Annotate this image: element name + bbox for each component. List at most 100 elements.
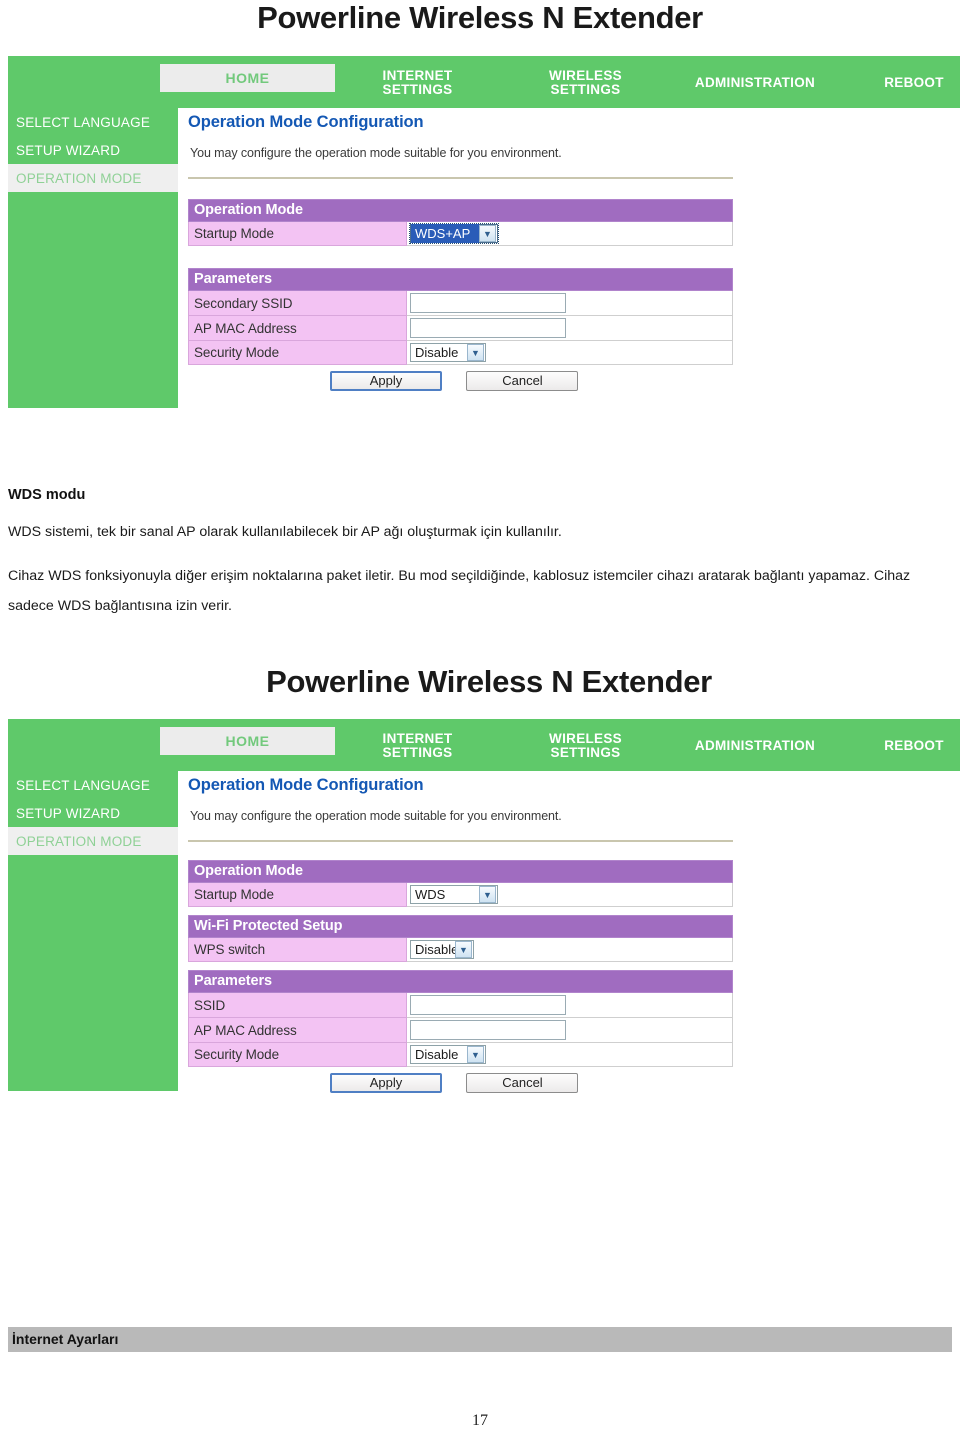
router-screenshot-2: Powerline Wireless N Extender HOME INTER… [0,666,960,1121]
chevron-down-icon[interactable]: ▼ [479,886,496,903]
field-startup-mode-2: WDS ▼ [406,882,733,907]
prose-paragraph-1: WDS sistemi, tek bir sanal AP olarak kul… [8,524,562,540]
nav-tab-internet-settings[interactable]: INTERNET SETTINGS [360,732,475,760]
page-number: 17 [472,1412,488,1429]
prose-heading: WDS modu [8,487,86,503]
page-title-2: Operation Mode Configuration [188,776,424,794]
section-title-operation-mode-1: Operation Mode [188,199,733,222]
nav-wireless-line2: SETTINGS [550,745,621,760]
explanatory-text: WDS modu WDS sistemi, tek bir sanal AP o… [8,487,952,621]
nav-internet-line1: INTERNET [382,68,453,83]
field-ap-mac-address-1 [406,315,733,341]
apply-button-2[interactable]: Apply [330,1073,442,1093]
section-header-wps: Wi-Fi Protected Setup [188,915,733,938]
section-header-operation-mode-2: Operation Mode [188,860,733,883]
document-page: Powerline Wireless N Extender HOME INTER… [0,0,960,1440]
sidebar-item-select-language[interactable]: SELECT LANGUAGE [8,771,178,799]
field-security-mode-1: Disable ▼ [406,340,733,365]
section-header-operation-mode-1: Operation Mode [188,199,733,222]
sidebar-item-operation-mode[interactable]: OPERATION MODE [8,164,178,192]
button-row-1: Apply Cancel [188,365,733,391]
nav-wireless-line2: SETTINGS [550,82,621,97]
ap-mac-address-input-2[interactable] [410,1020,566,1040]
button-row-2: Apply Cancel [188,1067,733,1093]
field-startup-mode-1: WDS+AP ▼ [406,221,733,246]
security-mode-value-2: Disable [415,1047,459,1062]
router-ui-2: HOME INTERNET SETTINGS WIRELESS SETTINGS… [8,719,960,1121]
sidebar-item-operation-mode[interactable]: OPERATION MODE [8,827,178,855]
label-secondary-ssid: Secondary SSID [188,290,407,316]
nav-tab-reboot[interactable]: REBOOT [868,739,960,753]
startup-mode-select-2[interactable]: WDS ▼ [410,885,498,904]
ap-mac-address-input-1[interactable] [410,318,566,338]
section-header-parameters-1: Parameters [188,268,733,291]
field-security-mode-2: Disable ▼ [406,1042,733,1067]
field-ssid [406,992,733,1018]
router-screenshot-1: Powerline Wireless N Extender HOME INTER… [0,2,960,438]
page-description-2: You may configure the operation mode sui… [190,809,562,823]
startup-mode-value-1: WDS+AP [411,224,479,243]
nav-tab-internet-settings[interactable]: INTERNET SETTINGS [360,69,475,97]
nav-tab-administration[interactable]: ADMINISTRATION [670,739,840,753]
chevron-down-icon[interactable]: ▼ [455,941,472,958]
section-title-parameters-1: Parameters [188,268,733,291]
nav-tab-home[interactable]: HOME [160,727,335,755]
parameters-table-1: Parameters Secondary SSID AP MAC Address [188,268,733,365]
top-navigation-1: HOME INTERNET SETTINGS WIRELESS SETTINGS… [8,56,960,108]
cancel-button-1[interactable]: Cancel [466,371,579,391]
field-secondary-ssid [406,290,733,316]
security-mode-select-2[interactable]: Disable ▼ [410,1045,486,1064]
nav-tab-wireless-settings[interactable]: WIRELESS SETTINGS [528,732,643,760]
nav-tab-reboot[interactable]: REBOOT [868,76,960,90]
label-ssid: SSID [188,992,407,1018]
section-title-parameters-2: Parameters [188,970,733,993]
content-panel-2: Operation Mode Configuration You may con… [178,771,960,1093]
nav-wireless-line1: WIRELESS [549,731,622,746]
table-row: Startup Mode WDS+AP ▼ [188,221,733,246]
chevron-down-icon[interactable]: ▼ [467,1046,484,1063]
apply-button-1[interactable]: Apply [330,371,442,391]
nav-tab-home[interactable]: HOME [160,64,335,92]
table-row: AP MAC Address [188,1017,733,1043]
top-navigation-2: HOME INTERNET SETTINGS WIRELESS SETTINGS… [8,719,960,771]
security-mode-select-1[interactable]: Disable ▼ [410,343,486,362]
sidebar-item-select-language[interactable]: SELECT LANGUAGE [8,108,178,136]
table-row: SSID [188,992,733,1018]
nav-internet-line2: SETTINGS [382,82,453,97]
ssid-input[interactable] [410,995,566,1015]
label-wps-switch: WPS switch [188,937,407,962]
nav-internet-line2: SETTINGS [382,745,453,760]
product-title-2: Powerline Wireless N Extender [266,664,712,699]
nav-internet-line1: INTERNET [382,731,453,746]
chevron-down-icon[interactable]: ▼ [467,344,484,361]
sidebar-item-setup-wizard[interactable]: SETUP WIZARD [8,136,178,164]
startup-mode-value-2: WDS [415,887,446,902]
wps-switch-value: Disable [415,942,459,957]
label-startup-mode-1: Startup Mode [188,221,407,246]
wps-switch-select[interactable]: Disable ▼ [410,940,474,959]
footer-label: İnternet Ayarları [12,1331,119,1347]
chevron-down-icon[interactable]: ▼ [479,225,496,242]
section-title-wps: Wi-Fi Protected Setup [188,915,733,938]
section-header-parameters-2: Parameters [188,970,733,993]
label-security-mode-2: Security Mode [188,1042,407,1067]
startup-mode-select-1[interactable]: WDS+AP ▼ [409,223,499,244]
content-panel-1: Operation Mode Configuration You may con… [178,108,960,391]
cancel-button-2[interactable]: Cancel [466,1073,579,1093]
footer-section-bar: İnternet Ayarları [8,1327,952,1352]
ui-body-1: SELECT LANGUAGE SETUP WIZARD OPERATION M… [8,108,960,438]
table-row: AP MAC Address [188,315,733,341]
page-description-1: You may configure the operation mode sui… [190,146,562,160]
table-row: Startup Mode WDS ▼ [188,882,733,907]
nav-tab-wireless-settings[interactable]: WIRELESS SETTINGS [528,69,643,97]
parameters-table-2: Parameters SSID AP MAC Address Security … [188,970,733,1067]
nav-wireless-line1: WIRELESS [549,68,622,83]
field-ap-mac-address-2 [406,1017,733,1043]
table-row: Security Mode Disable ▼ [188,340,733,365]
prose-paragraph-2: Cihaz WDS fonksiyonuyla diğer erişim nok… [8,568,911,614]
nav-tab-administration[interactable]: ADMINISTRATION [670,76,840,90]
secondary-ssid-input[interactable] [410,293,566,313]
table-row: Secondary SSID [188,290,733,316]
sidebar-item-setup-wizard[interactable]: SETUP WIZARD [8,799,178,827]
table-row: Security Mode Disable ▼ [188,1042,733,1067]
